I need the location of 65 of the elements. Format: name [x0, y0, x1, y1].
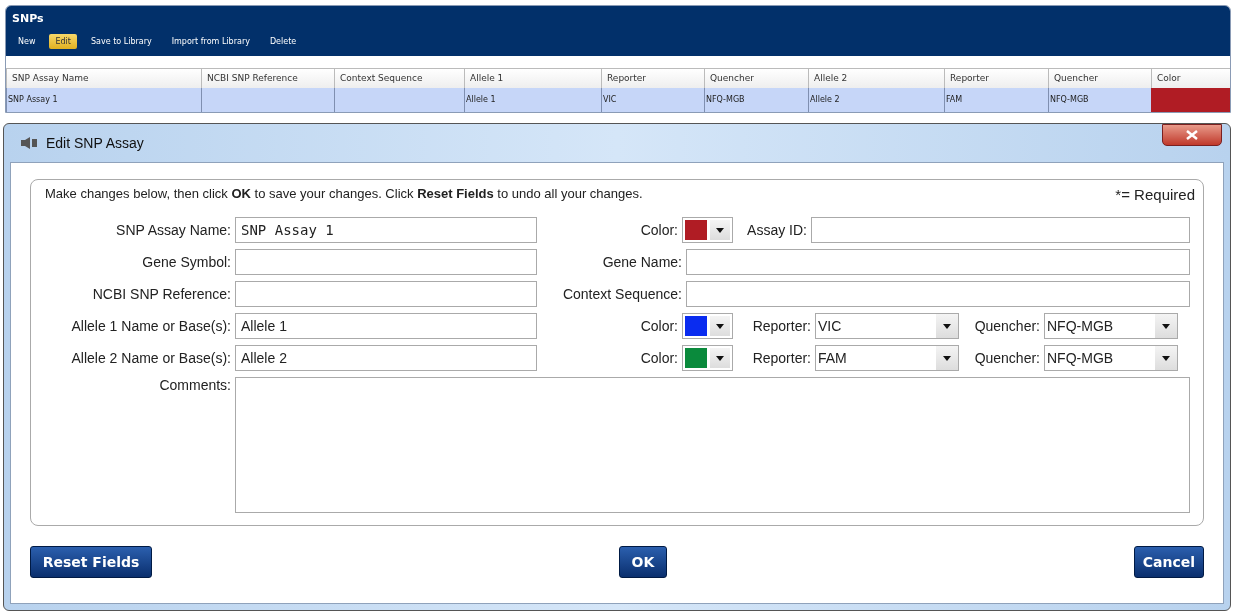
column-header[interactable]: NCBI SNP Reference — [201, 68, 334, 88]
field-label: Gene Name: — [601, 254, 683, 270]
field-label: Allele 2 Name or Base(s): — [70, 350, 232, 366]
field-label: Color: — [639, 318, 679, 334]
dialog-button[interactable]: Reset Fields — [30, 546, 152, 578]
field-label: Allele 1 Name or Base(s): — [70, 318, 232, 334]
color-picker[interactable] — [682, 217, 733, 243]
close-icon — [1186, 130, 1198, 140]
column-header[interactable]: Context Sequence — [334, 68, 464, 88]
quencher-select[interactable]: NFQ-MGB — [1044, 313, 1178, 339]
toolbar-button[interactable]: New — [12, 34, 42, 49]
field-label: NCBI SNP Reference: — [91, 286, 232, 302]
dialog-button[interactable]: OK — [618, 546, 667, 578]
required-note: *= Required — [1115, 186, 1195, 203]
input-field[interactable]: Allele 2 — [235, 345, 537, 371]
caret-icon — [716, 323, 724, 329]
field-label: Quencher: — [973, 350, 1041, 366]
close-button[interactable] — [1162, 124, 1222, 146]
color-picker[interactable] — [682, 345, 733, 371]
field-label: Context Sequence: — [561, 286, 683, 302]
toolbar-button[interactable]: Save to Library — [84, 34, 158, 49]
input-field[interactable]: SNP Assay 1 — [235, 217, 537, 243]
input-field[interactable] — [686, 281, 1190, 307]
color-picker[interactable] — [682, 313, 733, 339]
field-label: Color: — [639, 350, 679, 366]
caret-icon — [943, 323, 951, 329]
caret-icon — [943, 355, 951, 361]
caret-icon — [716, 227, 724, 233]
field-label: Color: — [639, 222, 679, 238]
toolbar-button[interactable]: Delete — [263, 34, 303, 49]
caret-icon — [716, 355, 724, 361]
column-header[interactable]: Reporter — [601, 68, 704, 88]
column-header[interactable]: Reporter — [944, 68, 1048, 88]
reporter-select[interactable]: FAM — [815, 345, 959, 371]
field-label: Quencher: — [973, 318, 1041, 334]
column-header[interactable]: Allele 1 — [464, 68, 601, 88]
field-label: Assay ID: — [746, 222, 808, 238]
quencher-select[interactable]: NFQ-MGB — [1044, 345, 1178, 371]
input-field[interactable] — [235, 249, 537, 275]
toolbar-button[interactable]: Edit — [49, 34, 77, 49]
comments-field[interactable] — [235, 377, 1190, 513]
table-row[interactable]: SNP Assay 1 Allele 1 VIC NFQ-MGB Allele 2 FAM NFQ-MGB — [6, 88, 1230, 112]
input-field[interactable] — [686, 249, 1190, 275]
column-header[interactable]: Allele 2 — [808, 68, 944, 88]
reporter-select[interactable]: VIC — [815, 313, 959, 339]
panel-title: SNPs — [12, 12, 45, 25]
toolbar-button[interactable]: Import from Library — [165, 34, 256, 49]
field-label: SNP Assay Name: — [115, 222, 232, 238]
dialog-title: Edit SNP Assay — [46, 135, 144, 151]
field-label: Comments: — [158, 377, 232, 393]
speaker-icon — [20, 136, 38, 150]
field-label: Reporter: — [751, 318, 812, 334]
dialog-button[interactable]: Cancel — [1133, 546, 1204, 578]
input-field[interactable] — [811, 217, 1190, 243]
field-label: Gene Symbol: — [141, 254, 232, 270]
input-field[interactable] — [235, 281, 537, 307]
input-field[interactable]: Allele 1 — [235, 313, 537, 339]
column-header[interactable]: Quencher — [704, 68, 808, 88]
column-header[interactable]: Quencher — [1048, 68, 1151, 88]
field-label: Reporter: — [751, 350, 812, 366]
instruction-text: Make changes below, then click OK to save your changes. Click Reset Fields to undo all your changes. — [45, 186, 643, 203]
column-header[interactable]: Color — [1151, 68, 1230, 88]
column-header[interactable]: SNP Assay Name — [6, 68, 201, 88]
caret-icon — [1162, 355, 1170, 361]
caret-icon — [1162, 323, 1170, 329]
